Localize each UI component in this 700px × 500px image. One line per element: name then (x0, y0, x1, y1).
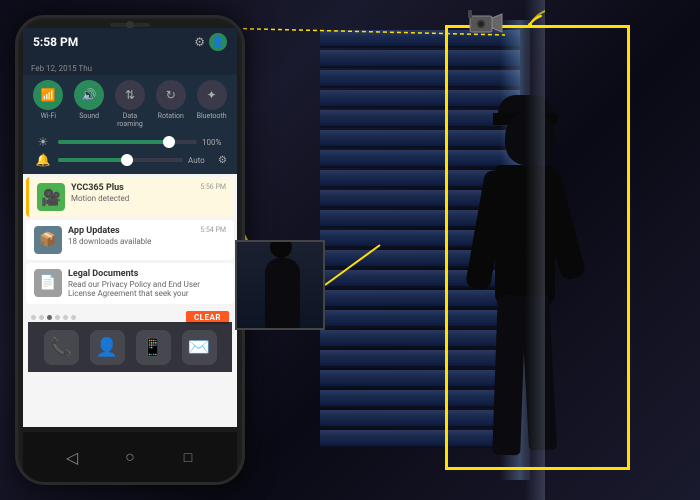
settings-icon[interactable]: ⚙ (218, 155, 227, 166)
status-icons: ⚙ 👤 (194, 33, 227, 51)
back-nav-button[interactable]: ◁ (61, 446, 83, 468)
brightness-icon: ☀ (33, 135, 53, 149)
ycc365-notification-time: 5:56 PM (200, 183, 226, 191)
home-nav-button[interactable]: ○ (119, 446, 141, 468)
quick-settings-panel: 📶 Wi-Fi 🔊 Sound ⇅ Data ro (23, 75, 237, 174)
data-roaming-toggle[interactable]: ⇅ Data roaming (111, 80, 149, 128)
detection-rectangle (445, 25, 630, 470)
dock-contacts-app[interactable]: 👤 (90, 330, 125, 365)
volume-slider[interactable] (58, 158, 183, 162)
sound-toggle[interactable]: 🔊 Sound (70, 80, 108, 128)
brightness-slider-row: ☀ 100% (28, 133, 232, 151)
app-updates-message: 18 downloads available (68, 237, 194, 246)
status-date: Feb 12, 2015 Thu (23, 56, 237, 75)
legal-docs-icon: 📄 (34, 269, 62, 297)
bluetooth-toggle[interactable]: ✦ Bluetooth (193, 80, 231, 128)
volume-slider-row: 🔔 Auto ⚙ (28, 151, 232, 169)
dot-5 (63, 315, 68, 320)
ycc365-notification-content: YCC365 Plus Motion detected (71, 183, 194, 203)
security-camera (468, 8, 504, 42)
volume-icon: 🔔 (33, 153, 53, 167)
phone-mockup: 5:58 PM ⚙ 👤 Feb 12, 2015 Thu 📶 Wi-F (15, 15, 245, 485)
app-updates-icon: 📦 (34, 226, 62, 254)
quick-settings-row: 📶 Wi-Fi 🔊 Sound ⇅ Data ro (28, 80, 232, 128)
dot-6 (71, 315, 76, 320)
dock-apps-app[interactable]: 📱 (136, 330, 171, 365)
app-updates-time: 5:54 PM (200, 226, 226, 234)
app-updates-content: App Updates 18 downloads available (68, 226, 194, 246)
notification-dots (31, 315, 76, 320)
dot-3 (47, 315, 52, 320)
phone-dock: 📞 👤 📱 ✉️ (28, 322, 232, 372)
ycc365-app-icon: 🎥 (37, 183, 65, 211)
legal-docs-content: Legal Documents Read our Privacy Policy … (68, 269, 226, 298)
notification-legal[interactable]: 📄 Legal Documents Read our Privacy Polic… (26, 263, 234, 304)
status-bar: 5:58 PM ⚙ 👤 (23, 28, 237, 56)
ycc365-notification-message: Motion detected (71, 194, 194, 203)
user-avatar-icon[interactable]: 👤 (209, 33, 227, 51)
ycc365-app-name: YCC365 Plus (71, 183, 194, 193)
dot-1 (31, 315, 36, 320)
rotation-toggle[interactable]: ↻ Rotation (152, 80, 190, 128)
brightness-label: 100% (202, 138, 227, 147)
dot-4 (55, 315, 60, 320)
phone-screen: 5:58 PM ⚙ 👤 Feb 12, 2015 Thu 📶 Wi-F (23, 28, 237, 427)
volume-auto-label: Auto (188, 156, 213, 165)
notification-app-updates[interactable]: 📦 App Updates 18 downloads available 5:5… (26, 220, 234, 260)
legal-docs-message: Read our Privacy Policy and End User Lic… (68, 280, 226, 298)
notification-area: 🎥 YCC365 Plus Motion detected 5:56 PM 📦 … (23, 174, 237, 427)
brightness-slider[interactable] (58, 140, 197, 144)
motion-preview-thumbnail (235, 240, 325, 330)
app-updates-name: App Updates (68, 226, 194, 236)
recents-nav-button[interactable]: □ (177, 446, 199, 468)
dock-mail-app[interactable]: ✉️ (182, 330, 217, 365)
phone-navigation-bar: ◁ ○ □ (23, 432, 237, 482)
legal-docs-name: Legal Documents (68, 269, 226, 279)
notification-ycc365[interactable]: 🎥 YCC365 Plus Motion detected 5:56 PM (26, 177, 234, 217)
gear-icon[interactable]: ⚙ (194, 35, 205, 49)
status-time: 5:58 PM (33, 35, 78, 49)
wifi-toggle[interactable]: 📶 Wi-Fi (29, 80, 67, 128)
dock-phone-app[interactable]: 📞 (44, 330, 79, 365)
dot-2 (39, 315, 44, 320)
wifi-signal-icon (515, 2, 545, 36)
